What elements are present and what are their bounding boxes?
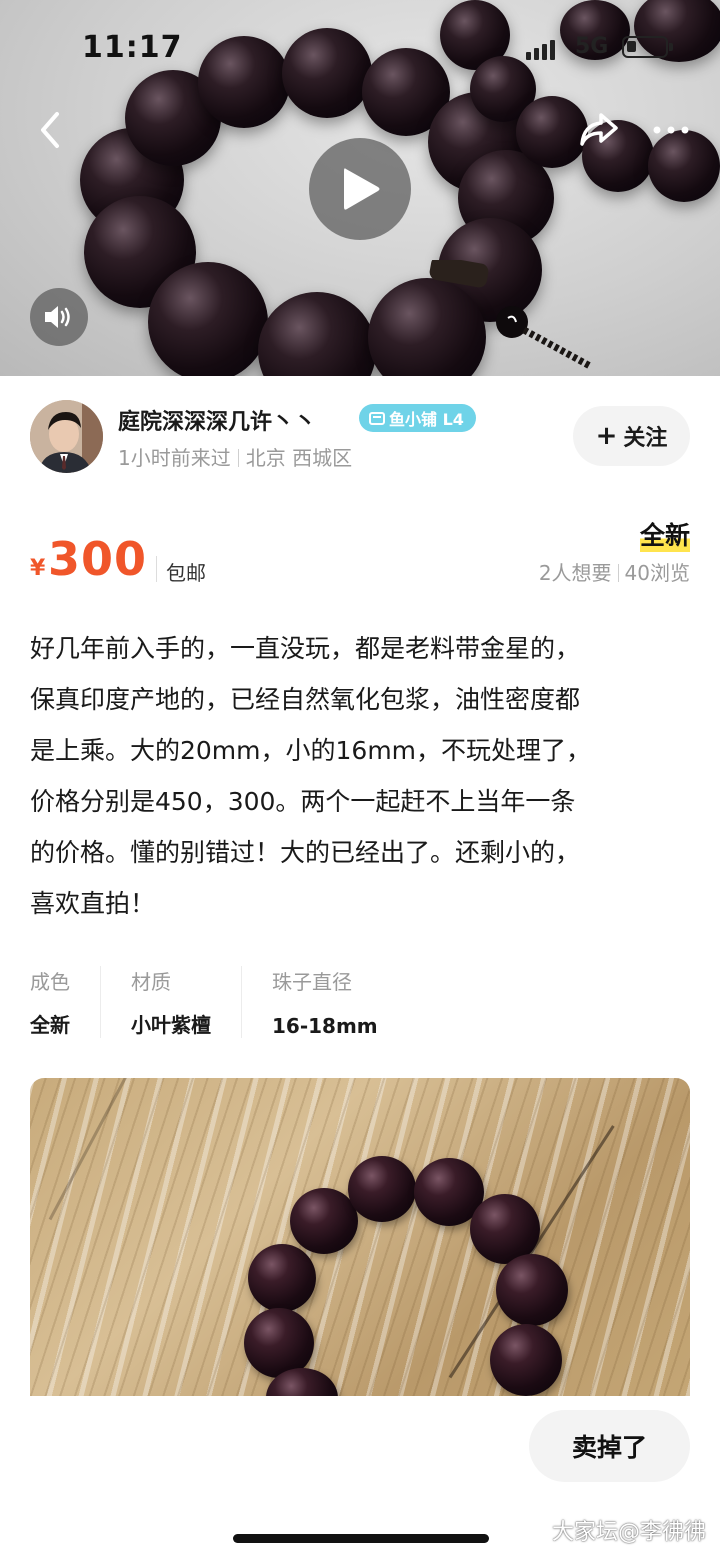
bead [490,1324,562,1396]
watermark: 大家坛@李彿彿 [551,1520,706,1545]
network-type: 5G [575,34,609,59]
bead [148,262,268,376]
product-video[interactable]: 11:17 5G [0,0,720,376]
last-seen: 1小时前来过 [118,446,231,470]
item-stats: 2人想要 40浏览 [539,557,690,586]
bracelet-knot [429,260,592,370]
badge-label: 鱼小铺 L4 [389,410,464,429]
chevron-left-icon [41,112,59,148]
seller-name[interactable]: 庭院深深深几许丶丶 [118,404,316,436]
bead [290,1188,358,1254]
product-photo[interactable] [30,1078,690,1396]
attribute-diameter: 珠子直径 16-18mm [272,966,408,1038]
sold-button[interactable]: 卖掉了 [529,1410,690,1482]
seller-location: 北京 西城区 [245,446,353,470]
seller-activity: 1小时前来过 北京 西城区 [118,442,352,471]
shipping-label: 包邮 [166,561,206,585]
seller-info: 庭院深深深几许丶丶 鱼小铺 L4 1小时前来过 北京 西城区 + 关注 [0,376,720,486]
status-time: 11:17 [82,30,183,65]
bead [258,292,376,376]
shop-icon [369,412,385,425]
seller-level-badge: 鱼小铺 L4 [359,404,476,432]
bead [248,1244,316,1312]
status-bar: 11:17 5G [0,30,720,70]
views-count: 40浏览 [624,561,690,585]
condition-label: 全新 [639,516,690,552]
signal-icon [526,40,555,60]
attribute-key: 成色 [30,970,70,994]
attribute-key: 珠子直径 [272,970,352,994]
avatar-image [30,400,103,473]
share-button[interactable] [576,106,622,152]
home-indicator[interactable] [233,1534,489,1543]
item-attributes: 成色 全新 材质 小叶紫檀 珠子直径 16-18mm [30,966,438,1038]
attribute-value: 全新 [30,1013,70,1037]
currency-symbol: ¥ [30,556,46,581]
wants-count: 2人想要 [538,561,612,585]
attribute-value: 16-18mm [272,1014,378,1038]
plus-icon: + [595,421,618,451]
speaker-icon [45,306,70,328]
play-icon [344,168,380,210]
follow-button[interactable]: + 关注 [573,406,690,466]
attribute-key: 材质 [131,970,171,994]
seller-avatar[interactable] [30,400,103,473]
attribute-condition: 成色 全新 [30,966,101,1038]
attribute-material: 材质 小叶紫檀 [131,966,242,1038]
attribute-value: 小叶紫檀 [131,1013,211,1037]
battery-icon [622,36,673,58]
item-description: 好几年前入手的，一直没玩，都是老料带金星的， 保真印度产地的，已经自然氧化包浆，… [30,634,592,918]
follow-label: 关注 [623,426,668,451]
more-button[interactable] [648,112,694,148]
bead [348,1156,416,1222]
back-button[interactable] [28,108,72,152]
item-price: 300 [48,532,148,586]
share-icon [580,113,618,146]
more-dots-icon [653,126,689,134]
wood-crack [48,1078,136,1221]
divider [156,556,157,582]
play-button[interactable] [309,138,411,240]
bead [496,1254,568,1326]
volume-button[interactable] [30,288,88,346]
